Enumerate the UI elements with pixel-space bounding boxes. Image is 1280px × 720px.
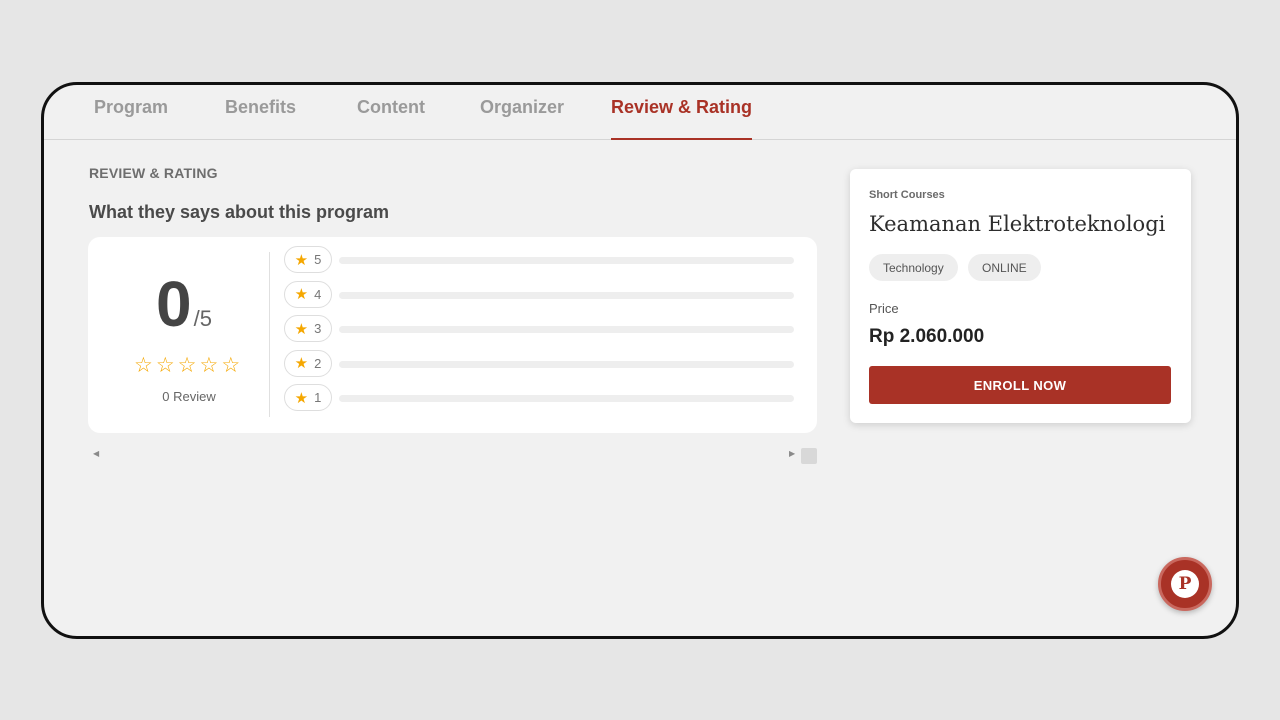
review-summary-card: 0/5 ☆ ☆ ☆ ☆ ☆ 0 Review ★ 5 ★ 4 ★ 3 ★ 2 ★ 1 [88,237,817,433]
price-value: Rp 2.060.000 [869,326,985,347]
star-icon: ☆ [177,354,197,377]
course-title: Keamanan Elektroteknologi [869,212,1166,236]
rating-progress-bar [339,257,794,264]
star-level-label: 4 [314,286,322,302]
price-label: Price [869,301,899,316]
rating-row: ★ 2 [284,348,796,383]
tab-bar: Program Benefits Content Organizer Revie… [44,85,1236,140]
star-filter-pill[interactable]: ★ 3 [284,315,332,342]
rating-progress-bar [339,360,794,368]
star-icon: ☆ [221,354,241,377]
course-category: Short Courses [869,189,945,201]
tab-content[interactable]: Content [357,97,425,140]
section-label: REVIEW & RATING [89,165,218,181]
device-frame: Program Benefits Content Organizer Revie… [41,82,1239,639]
rating-row: ★ 5 [284,244,796,279]
rating-breakdown: ★ 5 ★ 4 ★ 3 ★ 2 ★ 1 [284,244,796,417]
star-icon: ☆ [155,354,175,377]
rating-value: 0 [156,268,192,340]
tag-online[interactable]: ONLINE [968,254,1041,281]
star-icon: ★ [294,320,309,338]
star-icon: ★ [294,355,309,372]
rating-row: ★ 1 [284,382,796,417]
divider [269,252,270,417]
star-icon: ☆ [134,354,153,377]
star-icon: ☆ [199,354,219,377]
rating-score: 0/5 [156,267,212,341]
section-title: What they says about this program [89,202,390,222]
rating-progress-bar [339,395,794,402]
star-filter-pill[interactable]: ★ 2 [284,349,332,377]
tab-organizer[interactable]: Organizer [480,97,564,140]
scroll-right-arrow[interactable]: ▶ [789,449,795,458]
star-icon: ★ [294,389,309,407]
chat-icon: P [1171,570,1199,598]
star-filter-pill[interactable]: ★ 1 [284,384,332,411]
star-level-label: 5 [314,252,322,267]
star-icon: ★ [294,251,309,269]
star-level-label: 1 [314,390,322,405]
rating-progress-bar [339,291,794,299]
scrollbar-thumb[interactable] [801,448,817,464]
enroll-now-button[interactable]: ENROLL NOW [869,366,1171,404]
star-filter-pill[interactable]: ★ 4 [284,280,332,308]
chat-button[interactable]: P [1158,557,1212,611]
review-count: 0 Review [162,389,216,404]
star-level-label: 3 [314,321,322,336]
star-icon: ★ [294,286,309,303]
rating-row: ★ 3 [284,313,796,348]
tab-benefits[interactable]: Benefits [225,97,296,140]
star-filter-pill[interactable]: ★ 5 [284,246,332,273]
rating-stars: ☆ ☆ ☆ ☆ ☆ [134,355,240,377]
tag-technology[interactable]: Technology [869,254,958,281]
tab-program[interactable]: Program [94,97,168,140]
rating-row: ★ 4 [284,279,796,314]
scroll-left-arrow[interactable]: ◀ [93,449,99,458]
star-level-label: 2 [314,355,322,371]
rating-max: /5 [193,306,212,331]
course-card: Short Courses Keamanan Elektroteknologi … [850,169,1191,423]
tab-review-rating[interactable]: Review & Rating [611,97,753,140]
rating-progress-bar [339,326,794,333]
